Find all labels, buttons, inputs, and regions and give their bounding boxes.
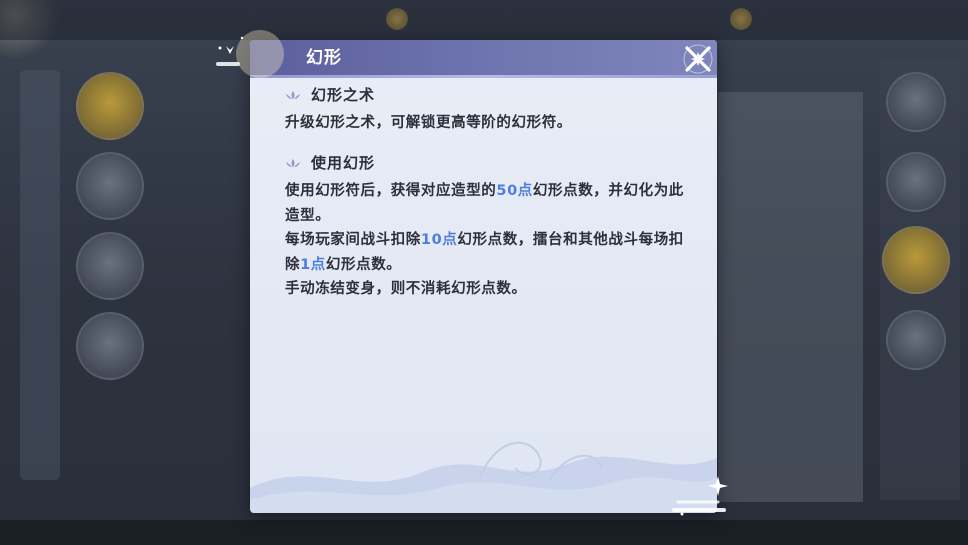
paragraph-text: 升级幻形之术，可解锁更高等阶的幻形符。 bbox=[285, 115, 572, 131]
wave-decoration bbox=[250, 441, 717, 513]
paragraph-text: 使用幻形符后，获得对应造型的 bbox=[285, 183, 497, 199]
background-avatar bbox=[76, 232, 144, 300]
paragraph-text: 手动冻结变身，则不消耗幻形点数。 bbox=[285, 281, 527, 297]
section-title: 使用幻形 bbox=[311, 154, 376, 172]
paragraph-text: 幻形点数。 bbox=[325, 256, 402, 273]
help-dialog: 幻形 幻形之术 升级幻形之术，可解锁更高等阶的幻形符。 使用幻形 使用幻形符后，… bbox=[250, 40, 717, 513]
paragraph: 手动冻结变身，则不消耗幻形点数。 bbox=[285, 277, 695, 302]
lotus-icon bbox=[286, 158, 300, 167]
crescent-moon-icon bbox=[216, 30, 284, 78]
highlight-value: 10点 bbox=[420, 232, 458, 248]
paragraph: 升级幻形之术，可解锁更高等阶的幻形符。 bbox=[285, 111, 695, 136]
section-header: 幻形之术 bbox=[285, 84, 375, 105]
paragraph: 使用幻形符后，获得对应造型的50点幻形点数，并幻化为此造型。 bbox=[285, 179, 695, 228]
section-header: 使用幻形 bbox=[285, 152, 375, 173]
background-avatar bbox=[76, 312, 144, 380]
x-cross-icon bbox=[683, 44, 713, 74]
highlight-value: 50点 bbox=[496, 183, 533, 199]
background-avatar bbox=[886, 310, 946, 370]
game-screen: 幻形 幻形之术 升级幻形之术，可解锁更高等阶的幻形符。 使用幻形 使用幻形符后，… bbox=[0, 0, 968, 545]
close-button[interactable] bbox=[682, 43, 714, 75]
background-avatar bbox=[886, 152, 946, 212]
background-avatar bbox=[76, 152, 144, 220]
background-top-bar bbox=[0, 0, 968, 40]
dialog-title: 幻形 bbox=[306, 48, 342, 68]
paragraph-text: 每场玩家间战斗扣除 bbox=[285, 232, 421, 248]
paragraph: 每场玩家间战斗扣除10点幻形点数，擂台和其他战斗每场扣除1点幻形点数。 bbox=[285, 228, 695, 277]
background-coin-icon bbox=[386, 8, 408, 30]
background-avatar bbox=[886, 72, 946, 132]
background-avatar bbox=[76, 72, 144, 140]
sparkle-icon bbox=[672, 476, 728, 516]
background-coin-icon bbox=[730, 8, 752, 30]
background-right-panel bbox=[718, 92, 863, 502]
background-bottom-bar bbox=[0, 520, 968, 545]
lotus-icon bbox=[286, 90, 300, 99]
section-title: 幻形之术 bbox=[311, 86, 376, 104]
dialog-header: 幻形 bbox=[250, 40, 717, 78]
background-avatar bbox=[882, 226, 950, 294]
highlight-value: 1点 bbox=[300, 256, 326, 273]
background-sidebar bbox=[20, 70, 60, 480]
